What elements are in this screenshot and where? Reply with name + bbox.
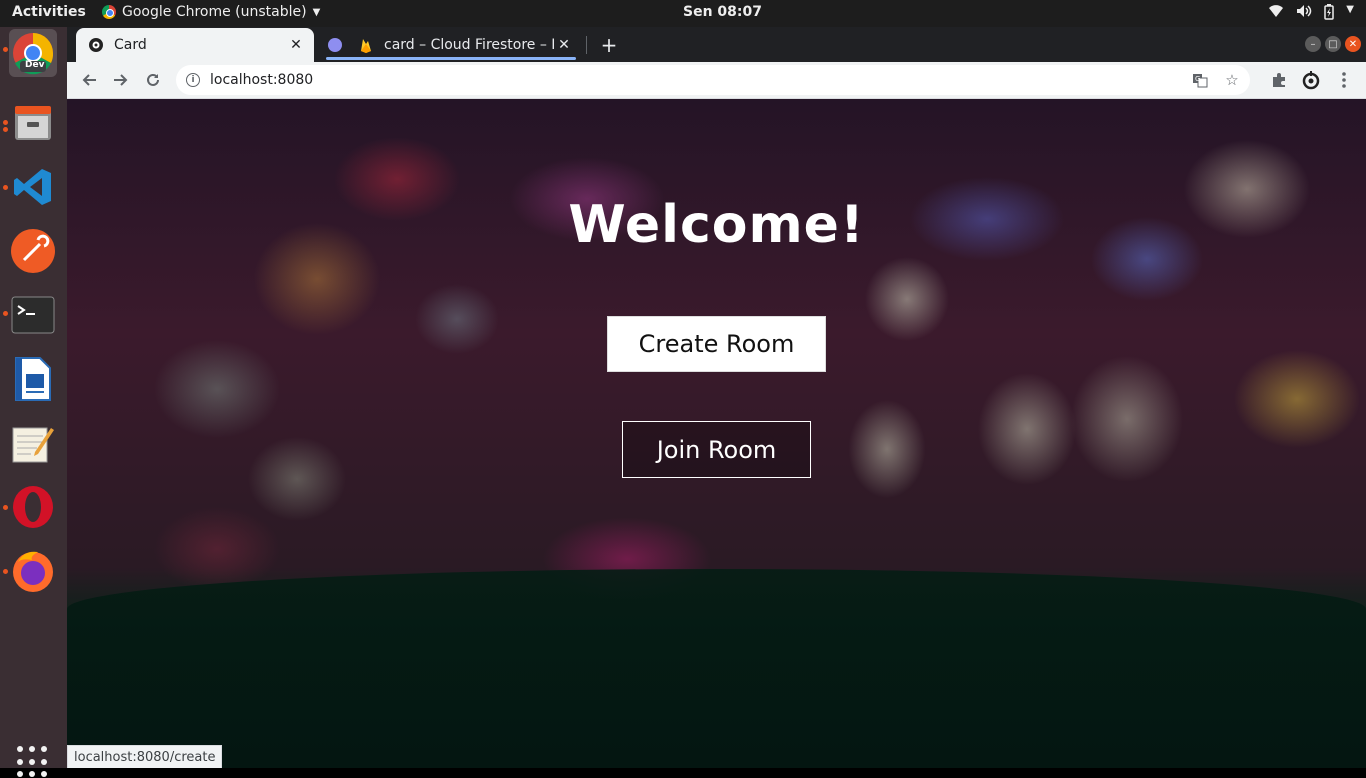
tab-title: card – Cloud Firestore – Fi xyxy=(384,37,554,53)
files-icon xyxy=(15,106,51,140)
gnome-top-bar: Activities Google Chrome (unstable) ▼ Se… xyxy=(0,0,1366,27)
opera-icon xyxy=(13,486,53,528)
running-indicator xyxy=(3,120,8,125)
terminal-icon xyxy=(11,296,55,334)
postman-icon xyxy=(11,229,55,273)
close-tab-icon[interactable]: ✕ xyxy=(286,35,306,55)
chrome-icon xyxy=(102,5,116,19)
running-indicator xyxy=(3,47,8,52)
translate-icon[interactable]: G xyxy=(1190,70,1210,90)
close-tab-icon[interactable]: ✕ xyxy=(554,35,574,55)
tab-title: Card xyxy=(114,37,147,53)
dock-firefox[interactable] xyxy=(9,547,57,595)
dock-text-editor[interactable] xyxy=(9,419,57,467)
wifi-icon xyxy=(1268,4,1284,24)
document-writer-icon xyxy=(15,357,51,401)
running-indicator xyxy=(3,505,8,510)
chevron-down-icon: ▼ xyxy=(1346,4,1354,15)
running-indicator xyxy=(3,569,8,574)
dock-files[interactable] xyxy=(9,99,57,147)
battery-icon xyxy=(1324,4,1335,24)
reload-icon xyxy=(147,73,159,86)
activities-button[interactable]: Activities xyxy=(12,4,86,20)
text-editor-icon xyxy=(12,427,54,463)
dock-chrome-dev[interactable]: Dev xyxy=(9,29,57,77)
site-info-icon[interactable]: i xyxy=(186,73,200,87)
address-bar-url: localhost:8080 xyxy=(210,72,314,88)
reload-button[interactable] xyxy=(139,66,167,94)
firefox-icon xyxy=(13,551,53,592)
background-table-floor xyxy=(67,569,1366,768)
extensions-button[interactable] xyxy=(1265,66,1293,94)
tab-card[interactable]: Card ✕ xyxy=(76,28,314,62)
app-menu[interactable]: Google Chrome (unstable) ▼ xyxy=(102,4,320,20)
link-status-bubble: localhost:8080/create xyxy=(67,745,223,768)
app-menu-label: Google Chrome (unstable) xyxy=(122,4,307,20)
address-bar[interactable]: i localhost:8080 G ☆ xyxy=(176,65,1250,95)
browser-tab-strip: Card ✕ card – Cloud Firestore – Fi ✕ + –… xyxy=(67,27,1366,62)
system-tray[interactable]: ▼ xyxy=(1268,4,1354,24)
vscode-icon xyxy=(14,169,51,205)
browser-toolbar: i localhost:8080 G ☆ xyxy=(67,62,1366,99)
create-room-button[interactable]: Create Room xyxy=(607,316,826,372)
ubuntu-dock: Dev xyxy=(0,27,67,778)
dock-libreoffice-writer[interactable] xyxy=(9,355,57,403)
forward-button[interactable] xyxy=(107,66,135,94)
more-vertical-icon xyxy=(1342,72,1346,88)
card-favicon-icon xyxy=(88,37,104,53)
welcome-heading: Welcome! xyxy=(568,195,865,255)
running-indicator xyxy=(3,127,8,132)
show-applications-button[interactable] xyxy=(17,746,49,778)
volume-icon xyxy=(1296,4,1312,24)
web-page-viewport: Welcome! Create Room Join Room xyxy=(67,99,1366,768)
tab-divider xyxy=(586,36,587,54)
puzzle-icon xyxy=(1273,73,1285,87)
running-indicator xyxy=(3,311,8,316)
audio-indicator-icon xyxy=(328,38,342,52)
chevron-down-icon: ▼ xyxy=(312,6,321,18)
bookmark-star-icon[interactable]: ☆ xyxy=(1222,70,1242,90)
new-tab-button[interactable]: + xyxy=(597,33,621,57)
close-window-button[interactable]: ✕ xyxy=(1345,36,1361,52)
minimize-window-button[interactable]: – xyxy=(1305,36,1321,52)
running-indicator xyxy=(3,185,8,190)
dock-terminal[interactable] xyxy=(9,291,57,339)
dock-vscode[interactable] xyxy=(9,163,57,211)
dock-postman[interactable] xyxy=(9,227,57,275)
firebase-icon xyxy=(358,37,374,53)
maximize-window-button[interactable]: □ xyxy=(1325,36,1341,52)
back-button[interactable] xyxy=(75,66,103,94)
arrow-right-icon xyxy=(114,74,128,86)
clock[interactable]: Sen 08:07 xyxy=(683,4,762,20)
dock-opera[interactable] xyxy=(9,483,57,531)
browser-menu-button[interactable] xyxy=(1330,66,1358,94)
dock-chrome-dev-badge: Dev xyxy=(25,60,45,70)
tab-media-indicator-bar xyxy=(326,57,576,60)
extension-button[interactable] xyxy=(1297,66,1325,94)
arrow-left-icon xyxy=(82,74,96,86)
join-room-button[interactable]: Join Room xyxy=(622,421,811,478)
extension-target-icon xyxy=(1302,71,1320,90)
svg-text:G: G xyxy=(1195,75,1200,83)
